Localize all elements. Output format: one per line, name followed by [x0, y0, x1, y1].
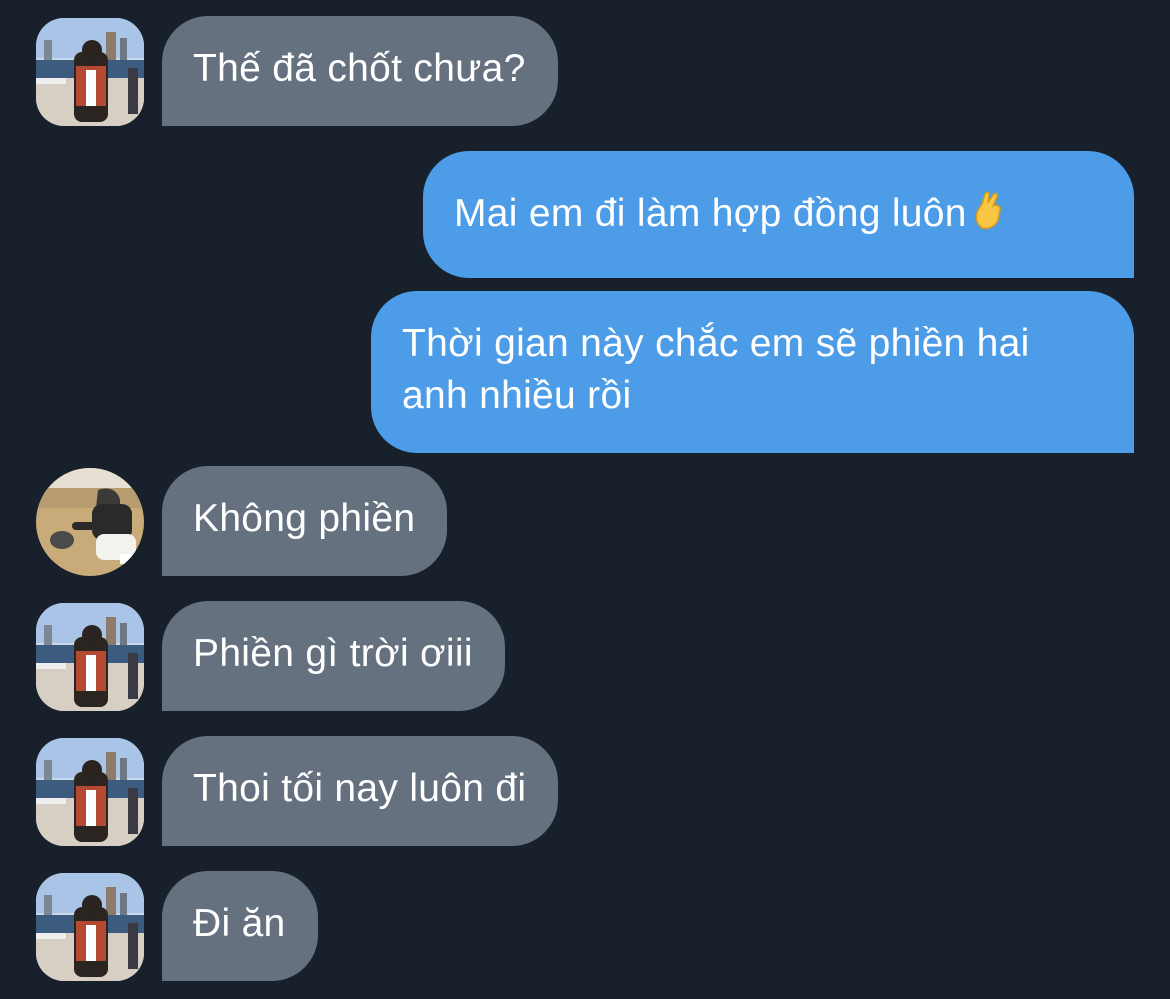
user-photo-city	[36, 738, 144, 846]
sender-avatar[interactable]	[36, 468, 144, 576]
message-text: Đi ăn	[193, 902, 286, 945]
crossed-fingers-icon	[973, 190, 1007, 244]
message-bubble-outgoing[interactable]: Mai em đi làm hợp đồng luôn	[423, 151, 1134, 278]
message-text-line: anh nhiều rồi	[402, 374, 632, 417]
message-text: Thế đã chốt chưa?	[193, 47, 526, 90]
user-photo-field	[36, 468, 144, 576]
message-text: Không phiền	[193, 497, 416, 540]
message-text: Phiền gì trời ơiii	[193, 632, 473, 675]
sender-avatar[interactable]	[36, 603, 144, 711]
message-text-line: Thời gian này chắc em sẽ phiền hai	[402, 322, 1030, 365]
sender-avatar[interactable]	[36, 18, 144, 126]
user-photo-city	[36, 603, 144, 711]
user-photo-city	[36, 18, 144, 126]
message-bubble-outgoing[interactable]: Thời gian này chắc em sẽ phiền hai anh n…	[371, 291, 1134, 453]
message-bubble-incoming[interactable]: Đi ăn	[162, 871, 318, 981]
message-bubble-incoming[interactable]: Phiền gì trời ơiii	[162, 601, 505, 711]
message-bubble-incoming[interactable]: Thoi tối nay luôn đi	[162, 736, 559, 846]
sender-avatar[interactable]	[36, 873, 144, 981]
message-text: Thoi tối nay luôn đi	[193, 767, 527, 810]
message-bubble-incoming[interactable]: Thế đã chốt chưa?	[162, 16, 558, 126]
message-bubble-incoming[interactable]: Không phiền	[162, 466, 448, 576]
message-text: Mai em đi làm hợp đồng luôn	[454, 192, 967, 235]
sender-avatar[interactable]	[36, 738, 144, 846]
user-photo-city	[36, 873, 144, 981]
